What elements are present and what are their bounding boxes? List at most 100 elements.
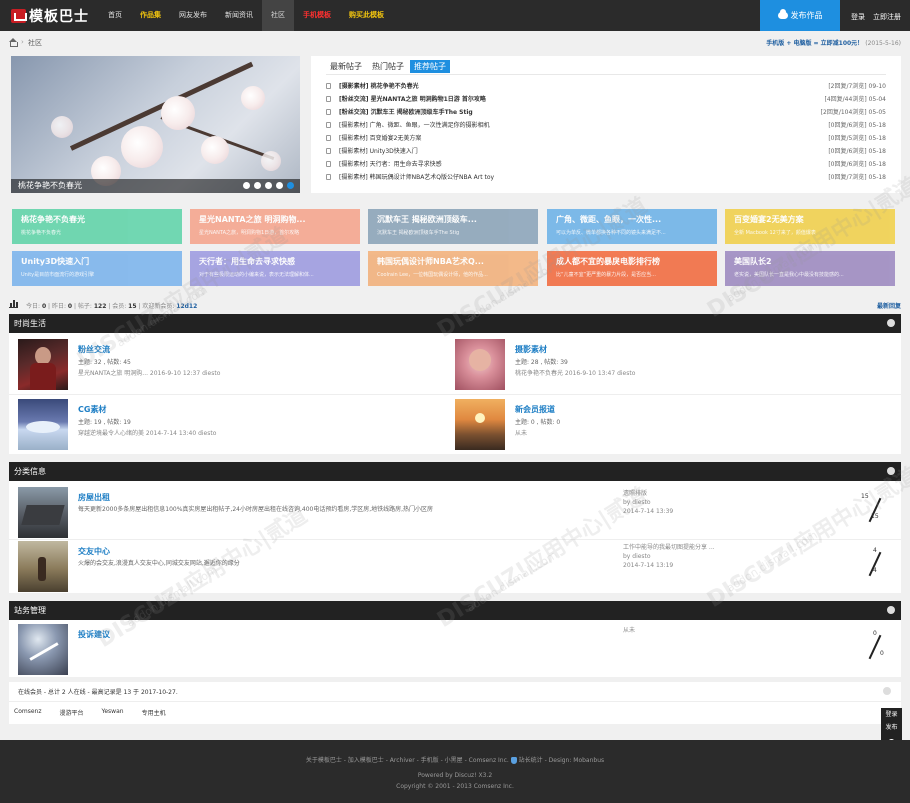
section-title[interactable]: 时尚生活	[14, 319, 46, 328]
featured-block[interactable]: 美国队长2 老实说，美国队长一直是我心中最没有技能感的...	[725, 251, 895, 286]
featured-block[interactable]: Unity3D快速入门 Unity是目前市面流行的游戏引擎	[12, 251, 182, 286]
tab-latest-posts[interactable]: 最新帖子	[326, 60, 366, 73]
forum-last-post[interactable]: 穿越逆境最令人心绪的美 2014-7-14 13:40 diesto	[78, 428, 216, 437]
nav-home[interactable]: 首页	[99, 0, 131, 31]
collapse-icon[interactable]	[883, 687, 891, 695]
thread-row[interactable]: [摄影素材] 天行者：用生命去寻求快感 [0回复/6浏览] 05-18	[326, 158, 886, 171]
thread-title[interactable]: [摄影素材] 百变婚宴2无美方案	[339, 132, 421, 145]
forum-name[interactable]: 房屋出租	[78, 492, 110, 503]
float-login-button[interactable]: 登录	[881, 708, 902, 721]
breadcrumb-current[interactable]: 社区	[28, 38, 42, 48]
slider-dot[interactable]	[243, 182, 250, 189]
nav-news[interactable]: 新闻资讯	[216, 0, 262, 31]
footer-powered[interactable]: Powered by Discuz! X3.2	[0, 772, 910, 779]
thread-title[interactable]: [粉丝交流] 沉默车王 揭秘欧洲顶级车手The Stig	[339, 106, 473, 119]
slider-dot-active[interactable]	[287, 182, 294, 189]
forum-item[interactable]: 粉丝交流 主题: 32 , 帖数: 45 星光NANTA之旅 明洞购... 20…	[18, 339, 448, 394]
thread-row[interactable]: [粉丝交流] 星光NANTA之旅 明洞购物1日游 首尔攻略 [4回复/44浏览] …	[326, 93, 886, 106]
forum-name[interactable]: 摄影素材	[515, 344, 547, 355]
friend-link[interactable]: 专用主机	[142, 708, 166, 717]
thread-row[interactable]: [摄影素材] 广角、微距、鱼眼，一次性满足你的摄影相机 [0回复/6浏览] 05-…	[326, 119, 886, 132]
friend-link[interactable]: 漫游平台	[59, 708, 83, 717]
thread-row[interactable]: [摄影素材] 桃花争艳不负春光 [2回复/7浏览] 09-10	[326, 80, 886, 93]
friend-link[interactable]: Yeswan	[102, 708, 124, 717]
footer-nav-links[interactable]: 关于模板巴士 - 加入模板巴士 - Archiver - 手机版 - 小黑屋 -…	[306, 757, 509, 764]
last-post-title[interactable]: 工作中能导的我最切图提能分享 ...	[623, 543, 715, 552]
forum-name[interactable]: 交友中心	[78, 546, 110, 557]
section-title[interactable]: 分类信息	[14, 467, 46, 476]
forum-item[interactable]: 摄影素材 主题: 28 , 帖数: 39 桃花争艳不负春光 2016-9-10 …	[455, 339, 885, 394]
promo-text[interactable]: 手机版 + 电脑版 = 立即减100元！ (2015-5-16)	[766, 38, 901, 47]
forum-item[interactable]: 投诉建议 从未 0 0	[18, 624, 898, 679]
featured-block[interactable]: 沉默车王 揭秘欧洲顶级车... 沉默车王 揭秘欧洲顶级车手The Stig	[368, 209, 538, 244]
nav-user-posts[interactable]: 网友发布	[170, 0, 216, 31]
last-post-time: 2014-7-14 13:39	[623, 508, 674, 515]
block-title: 韩国玩偶设计师NBA艺术Q...	[377, 257, 484, 266]
forum-thumbnail[interactable]	[18, 339, 68, 390]
featured-block[interactable]: 成人都不宜的暴戾电影排行榜 比“儿童不宜”更严重的暴力片段，是否应当...	[547, 251, 717, 286]
nav-portfolio[interactable]: 作品集	[131, 0, 170, 31]
nav-buy-template[interactable]: 购买此模板	[340, 0, 393, 31]
thread-row[interactable]: [摄影素材] 百变婚宴2无美方案 [0回复/5浏览] 05-18	[326, 132, 886, 145]
tab-hot-posts[interactable]: 热门帖子	[368, 60, 408, 73]
forum-name[interactable]: CG素材	[78, 404, 106, 415]
image-slider[interactable]: 桃花争艳不负春光	[11, 56, 300, 193]
collapse-icon[interactable]	[887, 467, 895, 475]
login-link[interactable]: 登录	[851, 12, 865, 22]
collapse-icon[interactable]	[887, 606, 895, 614]
tab-recommended-posts[interactable]: 推荐帖子	[410, 60, 450, 73]
thread-title[interactable]: [摄影素材] 广角、微距、鱼眼，一次性满足你的摄影相机	[339, 119, 490, 132]
footer-stats-link[interactable]: 站长统计 - Design: Mobanbus	[519, 757, 605, 764]
forum-last-post[interactable]: 遗照排版 by diesto 2014-7-14 13:39	[623, 489, 673, 516]
featured-block[interactable]: 天行者：用生命去寻求快感 对于有些极限运动的小编来说，表示无法理解和体...	[190, 251, 360, 286]
slider-dot[interactable]	[254, 182, 261, 189]
forum-item[interactable]: CG素材 主题: 19 , 帖数: 19 穿越逆境最令人心绪的美 2014-7-…	[18, 399, 448, 454]
collapse-icon[interactable]	[887, 319, 895, 327]
nav-community[interactable]: 社区	[262, 0, 294, 31]
section-title[interactable]: 站务管理	[14, 606, 46, 615]
forum-name[interactable]: 新会员报道	[515, 404, 555, 415]
featured-block[interactable]: 星光NANTA之旅 明洞购物... 星光NANTA之旅，明洞购物1日游，首尔攻略	[190, 209, 360, 244]
forum-name[interactable]: 投诉建议	[78, 629, 110, 640]
thread-title[interactable]: [摄影素材] 天行者：用生命去寻求快感	[339, 158, 442, 171]
forum-thumbnail[interactable]	[18, 487, 68, 538]
nav-mobile-template[interactable]: 手机模板	[294, 0, 340, 31]
publish-button[interactable]: 发布作品	[760, 0, 840, 31]
forum-thumbnail[interactable]	[18, 541, 68, 592]
featured-block[interactable]: 广角、微距、鱼眼，一次性... 可以为单反、微单都换各种不同的镜头来满足不...	[547, 209, 717, 244]
thread-row[interactable]: [粉丝交流] 沉默车王 揭秘欧洲顶级车手The Stig [2回复/104浏览] …	[326, 106, 886, 119]
blossom	[121, 126, 163, 168]
home-icon[interactable]	[9, 38, 18, 47]
stat-members: 15	[128, 303, 137, 310]
online-members-text[interactable]: 在线会员 - 总计 2 人在线 - 最高记录是 13 于 2017-10-27.	[18, 687, 178, 696]
site-logo[interactable]: 模板巴士	[11, 7, 89, 25]
forum-item[interactable]: 新会员报道 主题: 0 , 帖数: 0 从未	[455, 399, 885, 454]
slider-dot[interactable]	[276, 182, 283, 189]
forum-last-post[interactable]: 工作中能导的我最切图提能分享 ... by diesto 2014-7-14 13:…	[623, 543, 715, 570]
float-publish-button[interactable]: 发布	[881, 721, 902, 734]
featured-block[interactable]: 韩国玩偶设计师NBA艺术Q... Coolrain Lee，一位韩国玩偶设计师，他…	[368, 251, 538, 286]
featured-block[interactable]: 百变婚宴2无美方案 全新 Macbook 12寸来了，颜值爆表	[725, 209, 895, 244]
newest-member[interactable]: 12d12	[176, 303, 197, 310]
forum-thumbnail[interactable]	[455, 339, 505, 390]
thread-row[interactable]: [摄影素材] 韩国玩偶设计师NBA艺术Q版公仔NBA Art toy [0回复/7…	[326, 171, 886, 184]
forum-item[interactable]: 房屋出租 每天更新2000多条房屋出租信息100%真实房屋出租帖子,24小时房屋…	[18, 487, 898, 542]
thread-row[interactable]: [摄影素材] Unity3D快速入门 [0回复/6浏览] 05-18	[326, 145, 886, 158]
latest-replies-link[interactable]: 最新回复	[877, 301, 901, 310]
forum-item[interactable]: 交友中心 火爆的会交友,浪漫真人交友中心,同城交友网站,邂逅你的缘分 工作中能导…	[18, 541, 898, 596]
last-post-title[interactable]: 遗照排版	[623, 489, 673, 498]
forum-last-post[interactable]: 星光NANTA之旅 明洞购... 2016-9-10 12:37 diesto	[78, 368, 220, 377]
featured-block[interactable]: 桃花争艳不负春光 桃花争艳不负春光	[12, 209, 182, 244]
thread-title[interactable]: [粉丝交流] 星光NANTA之旅 明洞购物1日游 首尔攻略	[339, 93, 486, 106]
forum-thumbnail[interactable]	[18, 399, 68, 450]
forum-last-post[interactable]: 桃花争艳不负春光 2016-9-10 13:47 diesto	[515, 368, 635, 377]
friend-link[interactable]: Comsenz	[14, 708, 41, 717]
thread-title[interactable]: [摄影素材] Unity3D快速入门	[339, 145, 418, 158]
forum-thumbnail[interactable]	[18, 624, 68, 675]
thread-title[interactable]: [摄影素材] 桃花争艳不负春光	[339, 80, 419, 93]
thread-title[interactable]: [摄影素材] 韩国玩偶设计师NBA艺术Q版公仔NBA Art toy	[339, 171, 494, 184]
slider-dot[interactable]	[265, 182, 272, 189]
forum-name[interactable]: 粉丝交流	[78, 344, 110, 355]
forum-thumbnail[interactable]	[455, 399, 505, 450]
register-link[interactable]: 立即注册	[873, 12, 901, 22]
